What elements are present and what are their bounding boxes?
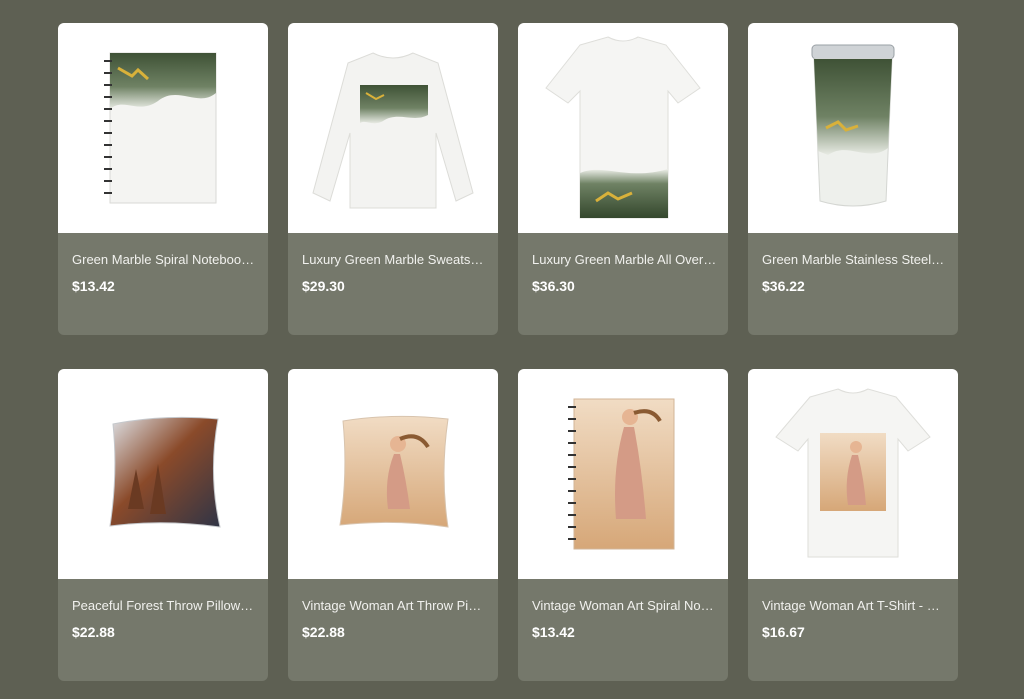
green-marble-tumbler-image xyxy=(811,44,895,207)
product-title[interactable]: Vintage Woman Art Throw Pi… xyxy=(302,598,486,613)
product-info: Vintage Woman Art T-Shirt - … $16.67 xyxy=(748,579,958,681)
product-title[interactable]: Vintage Woman Art T-Shirt - … xyxy=(762,598,946,613)
product-card[interactable]: Green Marble Stainless Steel… $36.22 xyxy=(748,23,958,335)
product-card[interactable]: Vintage Woman Art Spiral No… $13.42 xyxy=(518,369,728,681)
product-grid: Green Marble Spiral Noteboo… $13.42 Luxu… xyxy=(0,0,1024,699)
product-info: Peaceful Forest Throw Pillow… $22.88 xyxy=(58,579,268,681)
product-card[interactable]: Peaceful Forest Throw Pillow… $22.88 xyxy=(58,369,268,681)
product-image[interactable] xyxy=(748,369,958,579)
vintage-woman-pillow-image xyxy=(339,415,449,528)
product-price: $22.88 xyxy=(72,624,115,640)
product-title[interactable]: Green Marble Spiral Noteboo… xyxy=(72,252,256,267)
product-price: $29.30 xyxy=(302,278,345,294)
product-info: Green Marble Spiral Noteboo… $13.42 xyxy=(58,233,268,335)
product-price: $16.67 xyxy=(762,624,805,640)
product-card[interactable]: Green Marble Spiral Noteboo… $13.42 xyxy=(58,23,268,335)
product-info: Luxury Green Marble Sweats… $29.30 xyxy=(288,233,498,335)
product-title[interactable]: Green Marble Stainless Steel… xyxy=(762,252,946,267)
product-image[interactable] xyxy=(58,23,268,233)
product-price: $22.88 xyxy=(302,624,345,640)
green-marble-tshirt-image xyxy=(545,36,701,219)
product-image[interactable] xyxy=(288,23,498,233)
product-image[interactable] xyxy=(748,23,958,233)
vintage-woman-notebook-image xyxy=(568,398,675,550)
product-info: Luxury Green Marble All Over… $36.30 xyxy=(518,233,728,335)
product-image[interactable] xyxy=(288,369,498,579)
product-title[interactable]: Luxury Green Marble Sweats… xyxy=(302,252,486,267)
product-title[interactable]: Luxury Green Marble All Over… xyxy=(532,252,716,267)
product-card[interactable]: Vintage Woman Art Throw Pi… $22.88 xyxy=(288,369,498,681)
vintage-woman-tshirt-image xyxy=(775,388,931,558)
product-price: $13.42 xyxy=(72,278,115,294)
product-image[interactable] xyxy=(518,369,728,579)
product-title[interactable]: Peaceful Forest Throw Pillow… xyxy=(72,598,256,613)
green-marble-notebook-image xyxy=(104,52,217,204)
product-price: $36.30 xyxy=(532,278,575,294)
product-card[interactable]: Luxury Green Marble Sweats… $29.30 xyxy=(288,23,498,335)
product-card[interactable]: Vintage Woman Art T-Shirt - … $16.67 xyxy=(748,369,958,681)
green-marble-sweatshirt-image xyxy=(312,52,474,209)
product-price: $36.22 xyxy=(762,278,805,294)
product-image[interactable] xyxy=(58,369,268,579)
product-info: Green Marble Stainless Steel… $36.22 xyxy=(748,233,958,335)
product-info: Vintage Woman Art Spiral No… $13.42 xyxy=(518,579,728,681)
product-price: $13.42 xyxy=(532,624,575,640)
product-info: Vintage Woman Art Throw Pi… $22.88 xyxy=(288,579,498,681)
product-title[interactable]: Vintage Woman Art Spiral No… xyxy=(532,598,716,613)
product-image[interactable] xyxy=(518,23,728,233)
forest-pillow-image xyxy=(109,416,221,528)
product-card[interactable]: Luxury Green Marble All Over… $36.30 xyxy=(518,23,728,335)
